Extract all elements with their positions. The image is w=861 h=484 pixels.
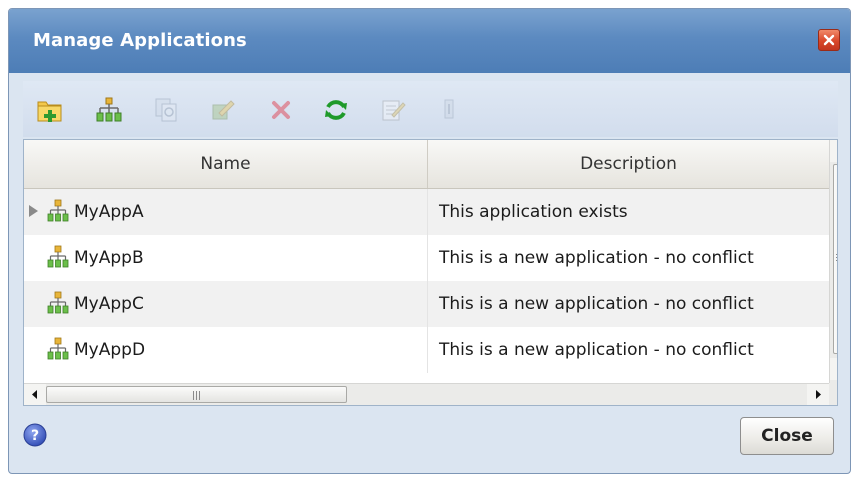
- expand-arrow-icon[interactable]: [28, 205, 39, 217]
- scroll-up-arrow-icon[interactable]: [830, 140, 837, 162]
- refresh-icon[interactable]: [321, 95, 351, 125]
- application-icon: [47, 199, 69, 222]
- edit-note-icon[interactable]: [378, 95, 408, 125]
- toolbar: [23, 81, 838, 137]
- dialog-title-bar: Manage Applications: [9, 9, 850, 73]
- scrollbar-corner: [829, 383, 837, 405]
- dialog-title: Manage Applications: [33, 30, 247, 51]
- application-name: MyAppC: [74, 294, 144, 314]
- delete-icon[interactable]: [266, 95, 296, 125]
- svg-text:?: ?: [31, 428, 39, 444]
- application-description: This application exists: [439, 202, 628, 222]
- application-icon: [47, 291, 69, 314]
- table-row[interactable]: MyAppA This application exists: [24, 189, 829, 235]
- horizontal-scrollbar[interactable]: [24, 383, 829, 405]
- application-name: MyAppD: [74, 340, 146, 360]
- table-row[interactable]: MyAppC This is a new application - no co…: [24, 281, 829, 327]
- horizontal-scroll-thumb[interactable]: [46, 386, 347, 403]
- name-cell: MyAppA: [24, 189, 428, 235]
- detach-icon[interactable]: [435, 95, 465, 125]
- column-header-name[interactable]: Name: [24, 140, 428, 188]
- vertical-scroll-thumb[interactable]: [833, 164, 837, 354]
- name-cell: MyAppC: [24, 281, 428, 327]
- scroll-right-arrow-icon[interactable]: [807, 384, 829, 405]
- scroll-down-arrow-icon[interactable]: [830, 358, 837, 380]
- application-description: This is a new application - no conflict: [439, 294, 754, 314]
- help-icon[interactable]: ?: [23, 423, 47, 447]
- manage-applications-dialog: Manage Applications Name Description MyA…: [8, 8, 851, 474]
- table-row[interactable]: MyAppD This is a new application - no co…: [24, 327, 829, 373]
- name-cell: MyAppB: [24, 235, 428, 281]
- scroll-left-arrow-icon[interactable]: [24, 384, 46, 405]
- close-icon[interactable]: [818, 29, 840, 51]
- copy-icon[interactable]: [151, 95, 181, 125]
- folder-add-icon[interactable]: [35, 95, 65, 125]
- application-icon: [47, 337, 69, 360]
- vertical-scrollbar[interactable]: [829, 140, 837, 383]
- application-name: MyAppA: [74, 202, 144, 222]
- application-description: This is a new application - no conflict: [439, 248, 754, 268]
- column-header-description[interactable]: Description: [428, 140, 829, 188]
- pencil-icon[interactable]: [207, 95, 237, 125]
- application-name: MyAppB: [74, 248, 144, 268]
- name-cell: MyAppD: [24, 327, 428, 373]
- table-row[interactable]: MyAppB This is a new application - no co…: [24, 235, 829, 281]
- application-icon: [47, 245, 69, 268]
- applications-grid: Name Description MyAppA This application…: [23, 139, 838, 406]
- grid-header: Name Description: [24, 140, 829, 189]
- close-button[interactable]: Close: [740, 417, 834, 455]
- hierarchy-icon[interactable]: [94, 95, 124, 125]
- application-description: This is a new application - no conflict: [439, 340, 754, 360]
